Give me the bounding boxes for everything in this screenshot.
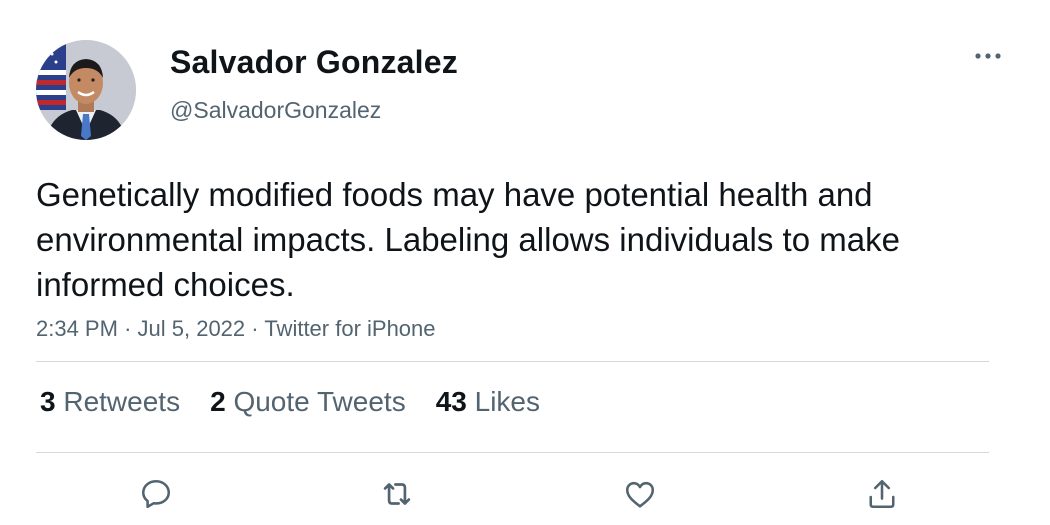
author-name[interactable]: Salvador Gonzalez [170,44,458,81]
like-button[interactable] [620,474,660,514]
divider [36,361,989,362]
tweet-meta: 2:34 PM · Jul 5, 2022 · Twitter for iPho… [36,316,436,342]
avatar[interactable] [36,40,136,140]
tweet-date[interactable]: Jul 5, 2022 [138,316,246,341]
retweets-stat[interactable]: 3 Retweets [40,386,180,418]
tweet-text: Genetically modified foods may have pote… [36,176,900,303]
meta-separator: · [251,316,265,341]
tweet-source[interactable]: Twitter for iPhone [264,316,435,341]
share-icon [869,479,895,509]
likes-count: 43 [435,386,475,417]
tweet-stats: 3 Retweets 2 Quote Tweets 43 Likes [40,386,570,418]
quote-tweets-count: 2 [210,386,234,417]
reply-icon [141,479,171,509]
reply-button[interactable] [136,474,176,514]
quote-tweets-label: Quote Tweets [233,386,406,417]
retweets-count: 3 [40,386,64,417]
likes-label: Likes [474,386,541,417]
quote-tweets-stat[interactable]: 2 Quote Tweets [210,386,406,418]
share-button[interactable] [862,474,902,514]
meta-separator: · [124,316,138,341]
author-handle[interactable]: @SalvadorGonzalez [170,97,381,124]
tweet-card: Salvador Gonzalez @SalvadorGonzalez Gene… [0,0,1050,525]
retweets-label: Retweets [63,386,181,417]
divider [36,452,989,453]
likes-stat[interactable]: 43 Likes [436,386,540,418]
heart-icon [625,481,655,508]
avatar-image [36,40,136,140]
tweet-time[interactable]: 2:34 PM [36,316,118,341]
more-options-icon[interactable] [970,42,1006,70]
retweet-icon [383,483,411,505]
retweet-button[interactable] [377,474,417,514]
